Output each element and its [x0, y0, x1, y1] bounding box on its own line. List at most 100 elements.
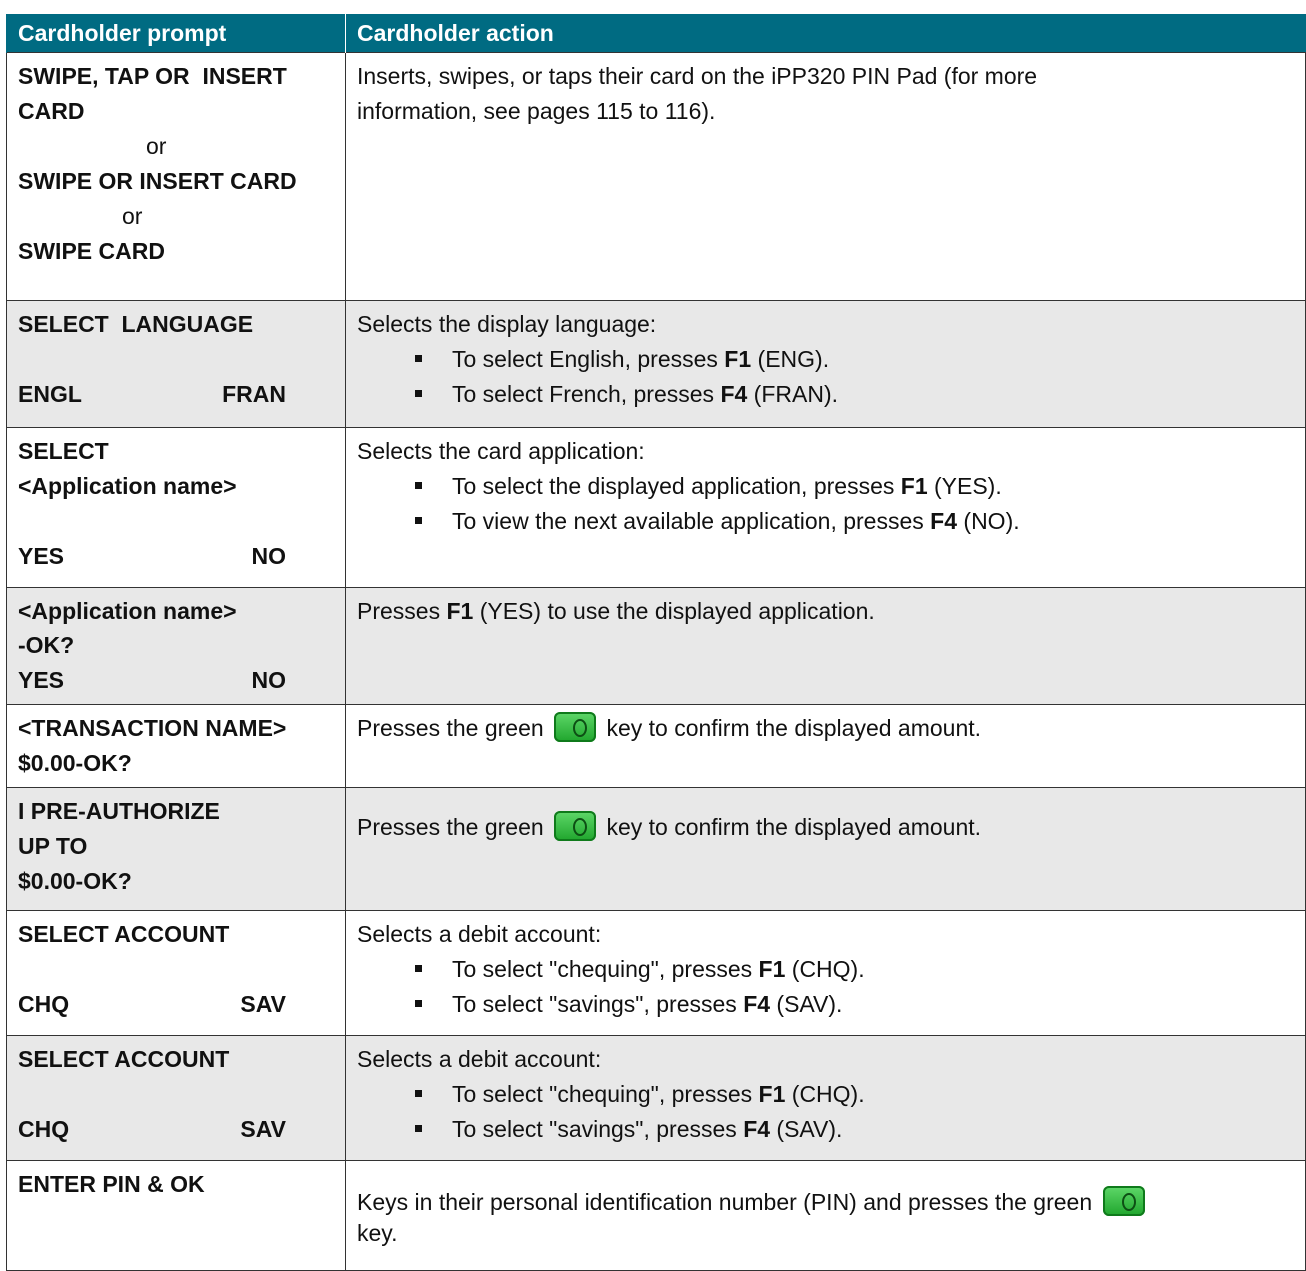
cardholder-prompt-table: Cardholder prompt Cardholder action SWIP…: [6, 14, 1306, 1271]
prompt-title: SELECT LANGUAGE: [18, 311, 254, 337]
prompt-cell: SELECT ACCOUNT CHQ SAV: [6, 1035, 346, 1161]
prompt-line: SELECT: [18, 438, 109, 464]
prompt-options: YES NO: [18, 539, 286, 574]
action-line: Inserts, swipes, or taps their card on t…: [357, 63, 1038, 89]
action-intro: Selects the card application:: [357, 438, 645, 464]
list-item: To select "chequing", presses F1 (CHQ).: [357, 952, 1295, 987]
prompt-cell: SELECT LANGUAGE ENGL FRAN: [6, 300, 346, 428]
prompt-line: I PRE-AUTHORIZE: [18, 798, 220, 824]
prompt-cell: SELECT <Application name> YES NO: [6, 427, 346, 588]
table-header-row: Cardholder prompt Cardholder action: [6, 14, 1306, 53]
prompt-cell: SELECT ACCOUNT CHQ SAV: [6, 910, 346, 1036]
square-bullet-icon: [415, 1125, 422, 1132]
prompt-cell: SWIPE, TAP OR INSERT CARD or SWIPE OR IN…: [6, 52, 346, 301]
table-row: <TRANSACTION NAME> $0.00-OK? Presses the…: [6, 704, 1306, 788]
action-bullet-list: To select "chequing", presses F1 (CHQ). …: [357, 952, 1295, 1022]
action-line: Keys in their personal identification nu…: [357, 1185, 1295, 1220]
prompt-option-right: NO: [251, 543, 287, 569]
prompt-title: ENTER PIN & OK: [18, 1171, 205, 1197]
action-cell: Selects the card application: To select …: [345, 427, 1306, 588]
action-intro: Selects the display language:: [357, 311, 657, 337]
action-line: Presses F1 (YES) to use the displayed ap…: [357, 598, 875, 624]
key-label: F4: [743, 1116, 771, 1142]
action-line: Presses the green key to confirm the dis…: [357, 711, 1295, 746]
key-label: F1: [724, 346, 752, 372]
action-cell: Presses the green key to confirm the dis…: [345, 704, 1306, 788]
list-item: To select the displayed application, pre…: [357, 469, 1295, 504]
key-label: F1: [758, 956, 786, 982]
prompt-option-left: CHQ: [18, 991, 70, 1017]
prompt-line: $0.00-OK?: [18, 750, 132, 776]
prompt-option-left: YES: [18, 667, 65, 693]
action-bullet-list: To select English, presses F1 (ENG). To …: [357, 342, 1295, 412]
table-row: SWIPE, TAP OR INSERT CARD or SWIPE OR IN…: [6, 52, 1306, 301]
prompt-title: SELECT ACCOUNT: [18, 1046, 230, 1072]
action-cell: Inserts, swipes, or taps their card on t…: [345, 52, 1306, 301]
prompt-or: or: [146, 133, 167, 159]
prompt-title: SELECT ACCOUNT: [18, 921, 230, 947]
prompt-line: CARD: [18, 98, 85, 124]
action-cell: Presses F1 (YES) to use the displayed ap…: [345, 587, 1306, 705]
action-cell: Selects a debit account: To select "cheq…: [345, 1035, 1306, 1161]
square-bullet-icon: [415, 517, 422, 524]
prompt-line: SWIPE CARD: [18, 238, 165, 264]
prompt-option-right: FRAN: [222, 381, 286, 407]
key-label: F1: [446, 598, 474, 624]
table-row: SELECT ACCOUNT CHQ SAV Selects a debit a…: [6, 910, 1306, 1036]
action-intro: Selects a debit account:: [357, 921, 602, 947]
action-bullet-list: To select the displayed application, pre…: [357, 469, 1295, 539]
list-item: To select English, presses F1 (ENG).: [357, 342, 1295, 377]
prompt-options: CHQ SAV: [18, 1112, 286, 1147]
prompt-option-left: YES: [18, 543, 65, 569]
table-row: SELECT ACCOUNT CHQ SAV Selects a debit a…: [6, 1035, 1306, 1161]
action-cell: Presses the green key to confirm the dis…: [345, 787, 1306, 911]
prompt-line: <Application name>: [18, 598, 237, 624]
green-ok-key-icon: [554, 810, 597, 841]
square-bullet-icon: [415, 1000, 422, 1007]
table-row: <Application name> -OK? YES NO Presses F…: [6, 587, 1306, 705]
prompt-line: SWIPE, TAP OR INSERT: [18, 63, 287, 89]
key-label: F4: [930, 508, 958, 534]
prompt-option-left: CHQ: [18, 1116, 70, 1142]
square-bullet-icon: [415, 965, 422, 972]
prompt-line: -OK?: [18, 632, 75, 658]
action-bullet-list: To select "chequing", presses F1 (CHQ). …: [357, 1077, 1295, 1147]
list-item: To select "chequing", presses F1 (CHQ).: [357, 1077, 1295, 1112]
header-cardholder-prompt: Cardholder prompt: [6, 14, 346, 53]
square-bullet-icon: [415, 482, 422, 489]
list-item: To select French, presses F4 (FRAN).: [357, 377, 1295, 412]
key-label: F4: [720, 381, 748, 407]
square-bullet-icon: [415, 355, 422, 362]
square-bullet-icon: [415, 1090, 422, 1097]
header-cardholder-action: Cardholder action: [345, 14, 1306, 53]
prompt-option-right: SAV: [240, 1116, 286, 1142]
action-cell: Selects the display language: To select …: [345, 300, 1306, 428]
prompt-options: ENGL FRAN: [18, 377, 286, 412]
action-intro: Selects a debit account:: [357, 1046, 602, 1072]
prompt-cell: I PRE-AUTHORIZE UP TO $0.00-OK?: [6, 787, 346, 911]
list-item: To view the next available application, …: [357, 504, 1295, 539]
list-item: To select "savings", presses F4 (SAV).: [357, 1112, 1295, 1147]
prompt-option-left: ENGL: [18, 381, 82, 407]
action-cell: Keys in their personal identification nu…: [345, 1160, 1306, 1271]
green-ok-key-icon: [1102, 1185, 1145, 1216]
prompt-line: SWIPE OR INSERT CARD: [18, 168, 297, 194]
table-row: I PRE-AUTHORIZE UP TO $0.00-OK? Presses …: [6, 787, 1306, 911]
table-row: ENTER PIN & OK Keys in their personal id…: [6, 1160, 1306, 1271]
action-line: key.: [357, 1220, 398, 1246]
prompt-line: <Application name>: [18, 473, 237, 499]
table-row: SELECT <Application name> YES NO Selects…: [6, 427, 1306, 588]
prompt-line: UP TO: [18, 833, 88, 859]
table-row: SELECT LANGUAGE ENGL FRAN Selects the di…: [6, 300, 1306, 428]
key-label: F1: [758, 1081, 786, 1107]
key-label: F1: [900, 473, 928, 499]
prompt-line: $0.00-OK?: [18, 868, 132, 894]
prompt-options: YES NO: [18, 661, 286, 699]
prompt-cell: ENTER PIN & OK: [6, 1160, 346, 1271]
prompt-or: or: [122, 203, 143, 229]
key-label: F4: [743, 991, 771, 1017]
prompt-cell: <TRANSACTION NAME> $0.00-OK?: [6, 704, 346, 788]
prompt-options: CHQ SAV: [18, 987, 286, 1022]
square-bullet-icon: [415, 390, 422, 397]
action-line: information, see pages 115 to 116).: [357, 98, 716, 124]
